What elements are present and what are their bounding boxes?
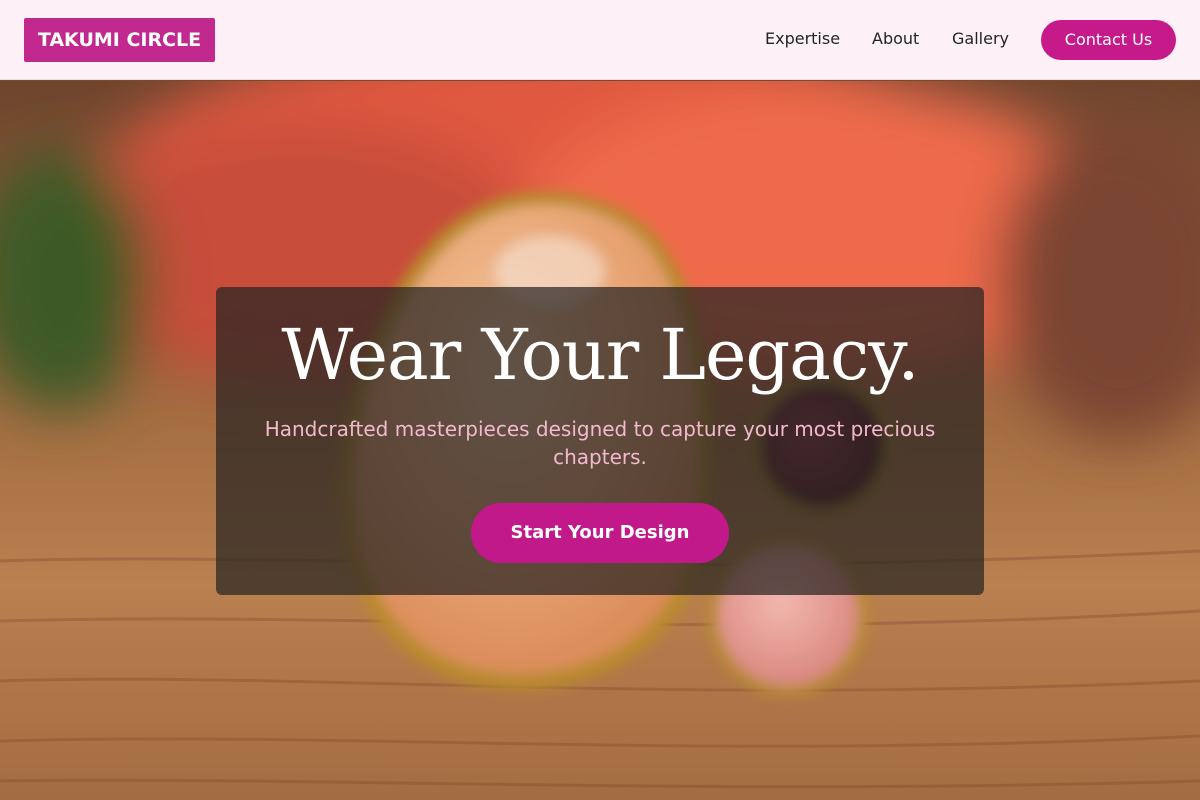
hero-section: Wear Your Legacy. Handcrafted masterpiec… <box>0 81 1200 800</box>
site-header: TAKUMI CIRCLE Expertise About Gallery Co… <box>0 0 1200 80</box>
contact-us-button[interactable]: Contact Us <box>1041 20 1176 60</box>
hero-headline: Wear Your Legacy. <box>281 314 919 396</box>
nav-link-gallery[interactable]: Gallery <box>952 29 1009 49</box>
nav-link-expertise[interactable]: Expertise <box>765 29 840 49</box>
hero-subheadline: Handcrafted masterpieces designed to cap… <box>264 417 936 469</box>
logo[interactable]: TAKUMI CIRCLE <box>24 18 215 62</box>
start-your-design-button[interactable]: Start Your Design <box>471 503 729 563</box>
nav-link-about[interactable]: About <box>872 29 919 49</box>
hero-overlay-card: Wear Your Legacy. Handcrafted masterpiec… <box>216 287 984 595</box>
